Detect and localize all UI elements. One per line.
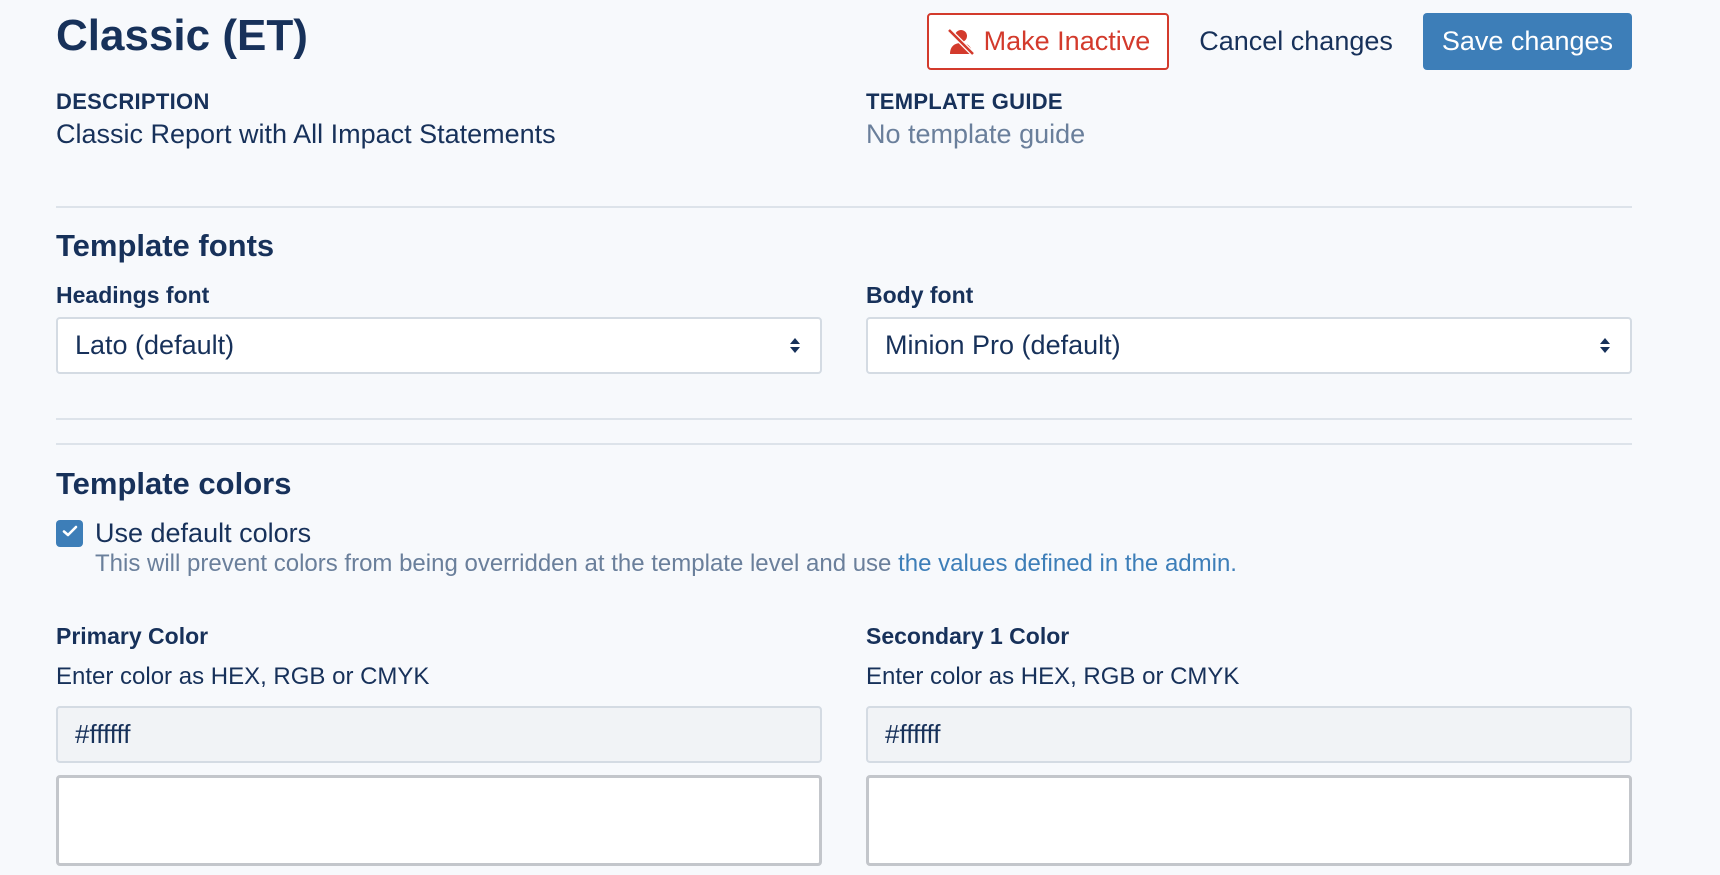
body-font-value: Minion Pro (default) bbox=[885, 330, 1121, 360]
user-slash-icon bbox=[946, 27, 976, 56]
secondary-1-color-swatch[interactable] bbox=[866, 775, 1632, 866]
use-default-colors-help: This will prevent colors from being over… bbox=[95, 549, 1237, 579]
colors-row: Primary Color Enter color as HEX, RGB or… bbox=[56, 622, 1632, 866]
select-arrows-icon bbox=[790, 338, 800, 353]
secondary-1-color-label: Secondary 1 Color bbox=[866, 623, 1070, 649]
headings-font-select[interactable]: Lato (default) bbox=[56, 317, 822, 374]
template-guide-block: TEMPLATE GUIDE No template guide bbox=[866, 89, 1632, 152]
save-changes-button[interactable]: Save changes bbox=[1422, 13, 1632, 70]
use-default-colors-row: Use default colors bbox=[56, 517, 311, 549]
headings-font-label: Headings font bbox=[56, 282, 210, 308]
body-font-field: Body font Minion Pro (default) bbox=[866, 281, 1632, 374]
description-label: DESCRIPTION bbox=[56, 89, 210, 114]
body-font-label: Body font bbox=[866, 282, 974, 308]
template-fonts-heading: Template fonts bbox=[56, 228, 275, 263]
divider bbox=[56, 418, 1632, 420]
primary-color-input[interactable]: #ffffff bbox=[56, 706, 822, 763]
description-block: DESCRIPTION Classic Report with All Impa… bbox=[56, 89, 822, 152]
template-guide-label: TEMPLATE GUIDE bbox=[866, 89, 1063, 114]
fonts-row: Headings font Lato (default) Body font M… bbox=[56, 281, 1632, 374]
primary-color-field: Primary Color Enter color as HEX, RGB or… bbox=[56, 622, 822, 866]
header-actions: Make Inactive Cancel changes Save change… bbox=[926, 13, 1632, 70]
divider bbox=[56, 206, 1632, 208]
select-arrows-icon bbox=[1600, 338, 1610, 353]
secondary-1-color-field: Secondary 1 Color Enter color as HEX, RG… bbox=[866, 622, 1632, 866]
secondary-1-color-input[interactable]: #ffffff bbox=[866, 706, 1632, 763]
admin-values-link[interactable]: the values defined in the admin. bbox=[898, 550, 1237, 577]
body-font-select[interactable]: Minion Pro (default) bbox=[866, 317, 1632, 374]
template-guide-value: No template guide bbox=[866, 119, 1086, 149]
primary-color-hint: Enter color as HEX, RGB or CMYK bbox=[56, 663, 430, 690]
primary-color-label: Primary Color bbox=[56, 623, 209, 649]
make-inactive-button[interactable]: Make Inactive bbox=[926, 13, 1170, 70]
primary-color-swatch[interactable] bbox=[56, 775, 822, 866]
secondary-1-color-hint: Enter color as HEX, RGB or CMYK bbox=[866, 663, 1240, 690]
template-editor-page: Classic (ET) Make Inactive Cancel change… bbox=[0, 0, 1720, 875]
help-text: This will prevent colors from being over… bbox=[95, 550, 899, 577]
make-inactive-label: Make Inactive bbox=[983, 26, 1151, 56]
page-title: Classic (ET) bbox=[56, 11, 308, 60]
meta-row: DESCRIPTION Classic Report with All Impa… bbox=[56, 89, 1632, 152]
use-default-colors-checkbox[interactable] bbox=[56, 519, 83, 547]
cancel-changes-button[interactable]: Cancel changes bbox=[1169, 13, 1423, 70]
divider bbox=[56, 443, 1632, 445]
checkmark-icon bbox=[62, 524, 78, 543]
description-value: Classic Report with All Impact Statement… bbox=[56, 119, 556, 149]
use-default-colors-label: Use default colors bbox=[95, 518, 312, 548]
headings-font-field: Headings font Lato (default) bbox=[56, 281, 822, 374]
page-header: Classic (ET) Make Inactive Cancel change… bbox=[56, 10, 1632, 70]
headings-font-value: Lato (default) bbox=[75, 330, 235, 360]
template-colors-heading: Template colors bbox=[56, 466, 292, 501]
